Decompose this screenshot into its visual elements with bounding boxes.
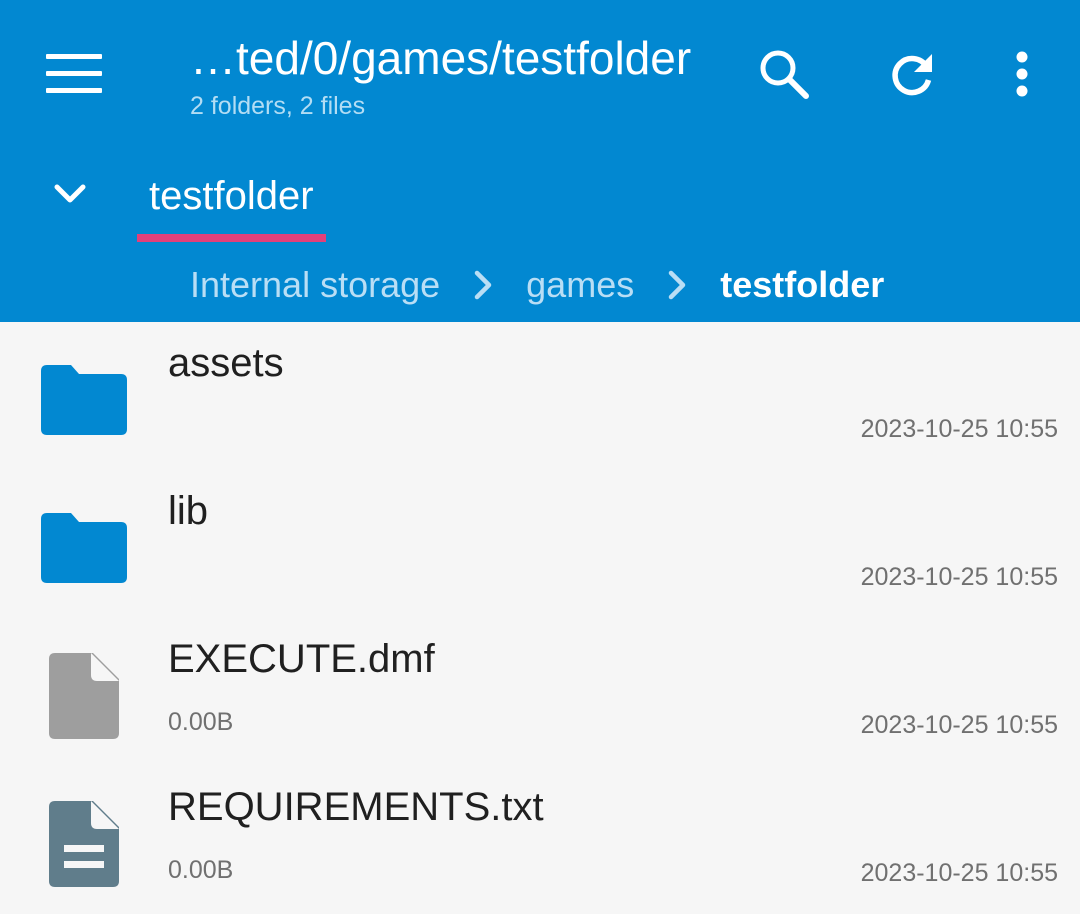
file-name: lib xyxy=(168,489,209,533)
file-name: assets xyxy=(168,341,284,385)
folder-icon xyxy=(36,352,132,448)
tab-label: testfolder xyxy=(149,174,314,218)
folder-summary: 2 folders, 2 files xyxy=(190,92,366,120)
file-date: 2023-10-25 10:55 xyxy=(860,563,1058,591)
more-vertical-icon xyxy=(1016,51,1028,97)
more-options-button[interactable] xyxy=(986,40,1058,108)
list-item-execute-dmf[interactable]: EXECUTE.dmf 0.00B 2023-10-25 10:55 xyxy=(0,618,1080,766)
file-date: 2023-10-25 10:55 xyxy=(860,415,1058,443)
search-icon xyxy=(760,50,809,99)
refresh-icon xyxy=(892,54,932,96)
chevron-right-icon xyxy=(634,258,720,312)
expand-tabs-button[interactable] xyxy=(38,162,102,226)
list-item-lib[interactable]: lib 2023-10-25 10:55 xyxy=(0,470,1080,618)
chevron-right-icon xyxy=(440,258,526,312)
file-name: REQUIREMENTS.txt xyxy=(168,785,544,829)
search-button[interactable] xyxy=(748,40,820,108)
file-date: 2023-10-25 10:55 xyxy=(860,711,1058,739)
folder-icon xyxy=(36,500,132,596)
refresh-button[interactable] xyxy=(876,40,948,108)
breadcrumb: Internal storage games testfolder xyxy=(190,258,884,312)
chevron-down-icon xyxy=(54,184,86,203)
file-date: 2023-10-25 10:55 xyxy=(860,859,1058,887)
tab-selected-indicator xyxy=(137,234,326,242)
menu-button[interactable] xyxy=(28,40,120,108)
file-name: EXECUTE.dmf xyxy=(168,637,435,681)
breadcrumb-testfolder[interactable]: testfolder xyxy=(720,264,884,306)
file-icon xyxy=(36,648,132,744)
file-size: 0.00B xyxy=(168,856,234,884)
hamburger-menu-icon xyxy=(46,54,102,93)
path-title: …ted/0/games/testfolder xyxy=(190,32,692,84)
app-toolbar: …ted/0/games/testfolder 2 folders, 2 fil… xyxy=(0,0,1080,322)
file-size: 0.00B xyxy=(168,708,234,736)
breadcrumb-games[interactable]: games xyxy=(526,264,634,306)
file-list: assets 2023-10-25 10:55 lib 2023-10-25 1… xyxy=(0,322,1080,914)
list-item-assets[interactable]: assets 2023-10-25 10:55 xyxy=(0,322,1080,470)
tab-testfolder[interactable]: testfolder xyxy=(137,168,326,242)
list-item-requirements-txt[interactable]: REQUIREMENTS.txt 0.00B 2023-10-25 10:55 xyxy=(0,766,1080,914)
breadcrumb-internal-storage[interactable]: Internal storage xyxy=(190,264,440,306)
text-file-icon xyxy=(36,796,132,892)
